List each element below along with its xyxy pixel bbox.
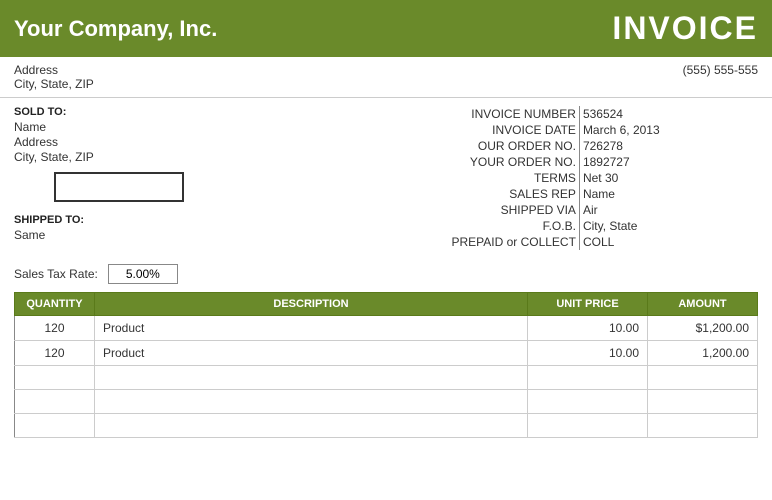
detail-value: 1892727 (579, 154, 758, 170)
cell-quantity: 120 (15, 316, 95, 341)
detail-value: COLL (579, 234, 758, 250)
sold-to-city: City, State, ZIP (14, 150, 371, 164)
detail-value: Net 30 (579, 170, 758, 186)
detail-row: INVOICE DATE March 6, 2013 (401, 122, 758, 138)
tax-input[interactable] (108, 264, 178, 284)
tax-row: Sales Tax Rate: (0, 258, 772, 292)
cell-empty (648, 414, 758, 438)
cell-empty (95, 366, 528, 390)
cell-empty (15, 390, 95, 414)
detail-row: INVOICE NUMBER 536524 (401, 106, 758, 122)
main-body: SOLD TO: Name Address City, State, ZIP S… (0, 98, 772, 258)
col-amount: AMOUNT (648, 293, 758, 316)
cell-empty (528, 366, 648, 390)
cell-empty (15, 414, 95, 438)
col-unit-price: UNIT PRICE (528, 293, 648, 316)
detail-row: PREPAID or COLLECT COLL (401, 234, 758, 250)
company-name: Your Company, Inc. (14, 16, 217, 42)
cell-unit-price: 10.00 (528, 316, 648, 341)
table-row-empty (15, 414, 758, 438)
cell-empty (15, 366, 95, 390)
cell-amount: $1,200.00 (648, 316, 758, 341)
table-row: 120 Product 10.00 1,200.00 (15, 341, 758, 366)
detail-label: INVOICE NUMBER (401, 106, 580, 122)
table-row-empty (15, 366, 758, 390)
detail-label: F.O.B. (401, 218, 580, 234)
table-row-empty (15, 390, 758, 414)
left-section: SOLD TO: Name Address City, State, ZIP S… (14, 106, 371, 243)
detail-label: TERMS (401, 170, 580, 186)
detail-row: TERMS Net 30 (401, 170, 758, 186)
detail-label: SHIPPED VIA (401, 202, 580, 218)
detail-value: 536524 (579, 106, 758, 122)
detail-value: March 6, 2013 (579, 122, 758, 138)
items-table: QUANTITY DESCRIPTION UNIT PRICE AMOUNT 1… (14, 292, 758, 438)
items-thead: QUANTITY DESCRIPTION UNIT PRICE AMOUNT (15, 293, 758, 316)
sold-to-name: Name (14, 120, 371, 134)
items-tbody: 120 Product 10.00 $1,200.00 120 Product … (15, 316, 758, 438)
detail-label: PREPAID or COLLECT (401, 234, 580, 250)
invoice-title: INVOICE (612, 10, 758, 47)
detail-row: F.O.B. City, State (401, 218, 758, 234)
items-header-row: QUANTITY DESCRIPTION UNIT PRICE AMOUNT (15, 293, 758, 316)
company-address: Address City, State, ZIP (14, 63, 94, 91)
address-line1: Address (14, 63, 94, 77)
sold-to-label: SOLD TO: (14, 106, 371, 118)
cell-description: Product (95, 341, 528, 366)
cell-empty (528, 414, 648, 438)
cell-amount: 1,200.00 (648, 341, 758, 366)
shipped-to-value: Same (14, 228, 371, 242)
cell-empty (648, 390, 758, 414)
detail-label: SALES REP (401, 186, 580, 202)
table-row: 120 Product 10.00 $1,200.00 (15, 316, 758, 341)
detail-row: SALES REP Name (401, 186, 758, 202)
shipped-to-label: SHIPPED TO: (14, 214, 371, 226)
shipped-to-block: SHIPPED TO: Same (14, 214, 371, 242)
barcode-box (54, 172, 184, 202)
cell-unit-price: 10.00 (528, 341, 648, 366)
detail-label: YOUR ORDER NO. (401, 154, 580, 170)
sold-to-address: Address (14, 135, 371, 149)
col-description: DESCRIPTION (95, 293, 528, 316)
col-quantity: QUANTITY (15, 293, 95, 316)
detail-value: Name (579, 186, 758, 202)
detail-label: INVOICE DATE (401, 122, 580, 138)
company-phone: (555) 555-555 (683, 63, 758, 77)
details-table: INVOICE NUMBER 536524 INVOICE DATE March… (401, 106, 758, 250)
cell-empty (95, 390, 528, 414)
detail-value: Air (579, 202, 758, 218)
detail-row: SHIPPED VIA Air (401, 202, 758, 218)
detail-value: City, State (579, 218, 758, 234)
detail-value: 726278 (579, 138, 758, 154)
cell-empty (95, 414, 528, 438)
sub-header: Address City, State, ZIP (555) 555-555 (0, 57, 772, 98)
cell-empty (648, 366, 758, 390)
invoice-header: Your Company, Inc. INVOICE (0, 0, 772, 57)
cell-description: Product (95, 316, 528, 341)
cell-quantity: 120 (15, 341, 95, 366)
detail-row: YOUR ORDER NO. 1892727 (401, 154, 758, 170)
tax-label: Sales Tax Rate: (14, 267, 98, 281)
address-line2: City, State, ZIP (14, 77, 94, 91)
detail-row: OUR ORDER NO. 726278 (401, 138, 758, 154)
cell-empty (528, 390, 648, 414)
invoice-details: INVOICE NUMBER 536524 INVOICE DATE March… (401, 106, 758, 250)
items-table-wrapper: QUANTITY DESCRIPTION UNIT PRICE AMOUNT 1… (0, 292, 772, 438)
detail-label: OUR ORDER NO. (401, 138, 580, 154)
